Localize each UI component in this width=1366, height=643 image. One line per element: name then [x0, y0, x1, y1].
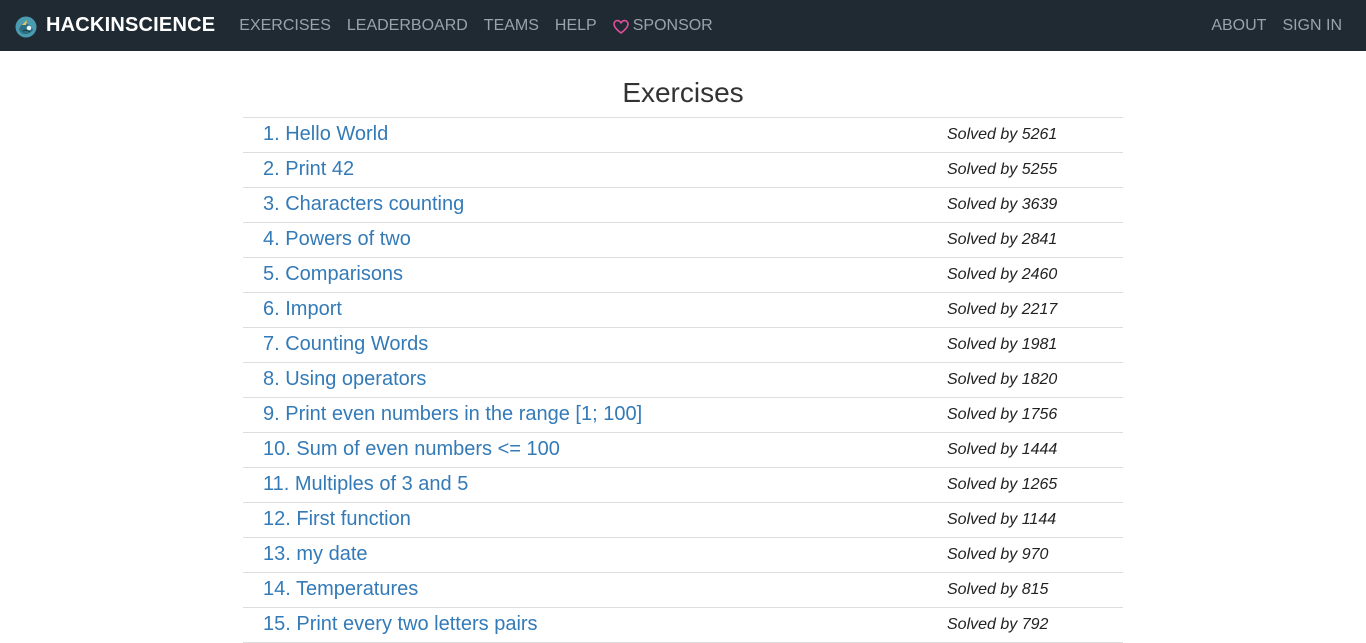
exercise-link[interactable]: 2. Print 42	[263, 153, 354, 186]
page-title: Exercises	[243, 51, 1123, 118]
exercise-row: 11. Multiples of 3 and 5 Solved by 1265	[243, 468, 1123, 503]
exercise-link[interactable]: 9. Print even numbers in the range [1; 1…	[263, 398, 642, 431]
exercise-link[interactable]: 7. Counting Words	[263, 328, 428, 361]
exercise-link[interactable]: 5. Comparisons	[263, 258, 403, 291]
exercise-link[interactable]: 11. Multiples of 3 and 5	[263, 468, 468, 501]
brand-link[interactable]: HACKINSCIENCE	[15, 0, 215, 51]
exercise-link[interactable]: 8. Using operators	[263, 363, 426, 396]
brand-name: HACKINSCIENCE	[46, 14, 216, 36]
exercise-row: 9. Print even numbers in the range [1; 1…	[243, 398, 1123, 433]
exercise-row: 15. Print every two letters pairs Solved…	[243, 608, 1123, 643]
exercise-link[interactable]: 12. First function	[263, 503, 411, 536]
solved-count: Solved by 2841	[947, 231, 1058, 248]
heart-icon	[612, 19, 629, 34]
solved-count: Solved by 2460	[947, 266, 1058, 283]
solved-count: Solved by 1444	[947, 441, 1058, 458]
solved-count: Solved by 1265	[947, 476, 1058, 493]
nav-teams[interactable]: TEAMS	[484, 0, 539, 51]
exercise-row: 10. Sum of even numbers <= 100 Solved by…	[243, 433, 1123, 468]
exercise-link[interactable]: 14. Temperatures	[263, 573, 418, 606]
exercise-link[interactable]: 4. Powers of two	[263, 223, 411, 256]
solved-count: Solved by 1144	[947, 511, 1057, 528]
nav-leaderboard[interactable]: LEADERBOARD	[347, 0, 468, 51]
exercise-list: 1. Hello World Solved by 5261 2. Print 4…	[243, 118, 1123, 643]
exercise-row: 13. my date Solved by 970	[243, 538, 1123, 573]
solved-count: Solved by 3639	[947, 196, 1058, 213]
exercise-row: 2. Print 42 Solved by 5255	[243, 153, 1123, 188]
solved-count: Solved by 1981	[947, 336, 1058, 353]
exercise-link[interactable]: 1. Hello World	[263, 118, 388, 151]
main-content: Exercises 1. Hello World Solved by 5261 …	[243, 51, 1123, 643]
solved-count: Solved by 1820	[947, 371, 1058, 388]
top-navbar: HACKINSCIENCE EXERCISES LEADERBOARD TEAM…	[0, 0, 1366, 51]
solved-count: Solved by 1756	[947, 406, 1058, 423]
nav-sponsor[interactable]: SPONSOR	[612, 0, 713, 51]
exercise-row: 7. Counting Words Solved by 1981	[243, 328, 1123, 363]
solved-count: Solved by 970	[947, 546, 1049, 563]
nav-sign-in[interactable]: SIGN IN	[1282, 0, 1342, 51]
nav-help[interactable]: HELP	[555, 0, 597, 51]
exercise-link[interactable]: 13. my date	[263, 538, 368, 571]
hackinscience-logo-icon	[15, 16, 37, 37]
solved-count: Solved by 815	[947, 581, 1049, 598]
exercise-row: 1. Hello World Solved by 5261	[243, 118, 1123, 153]
solved-count: Solved by 5261	[947, 126, 1058, 143]
exercise-row: 6. Import Solved by 2217	[243, 293, 1123, 328]
nav-exercises[interactable]: EXERCISES	[239, 0, 331, 51]
solved-count: Solved by 5255	[947, 161, 1058, 178]
exercise-row: 3. Characters counting Solved by 3639	[243, 188, 1123, 223]
exercise-row: 12. First function Solved by 1144	[243, 503, 1123, 538]
main-nav: EXERCISES LEADERBOARD TEAMS HELP SPONSOR	[239, 0, 728, 51]
exercise-link[interactable]: 3. Characters counting	[263, 188, 464, 221]
solved-count: Solved by 2217	[947, 301, 1058, 318]
exercise-row: 8. Using operators Solved by 1820	[243, 363, 1123, 398]
nav-sponsor-label: SPONSOR	[632, 16, 713, 34]
exercise-link[interactable]: 15. Print every two letters pairs	[263, 608, 538, 641]
solved-count: Solved by 792	[947, 616, 1049, 633]
nav-about[interactable]: ABOUT	[1211, 0, 1266, 51]
exercise-link[interactable]: 6. Import	[263, 293, 342, 326]
exercise-row: 14. Temperatures Solved by 815	[243, 573, 1123, 608]
exercise-row: 5. Comparisons Solved by 2460	[243, 258, 1123, 293]
right-nav: ABOUT SIGN IN	[1195, 0, 1342, 51]
exercise-row: 4. Powers of two Solved by 2841	[243, 223, 1123, 258]
exercise-link[interactable]: 10. Sum of even numbers <= 100	[263, 433, 560, 466]
